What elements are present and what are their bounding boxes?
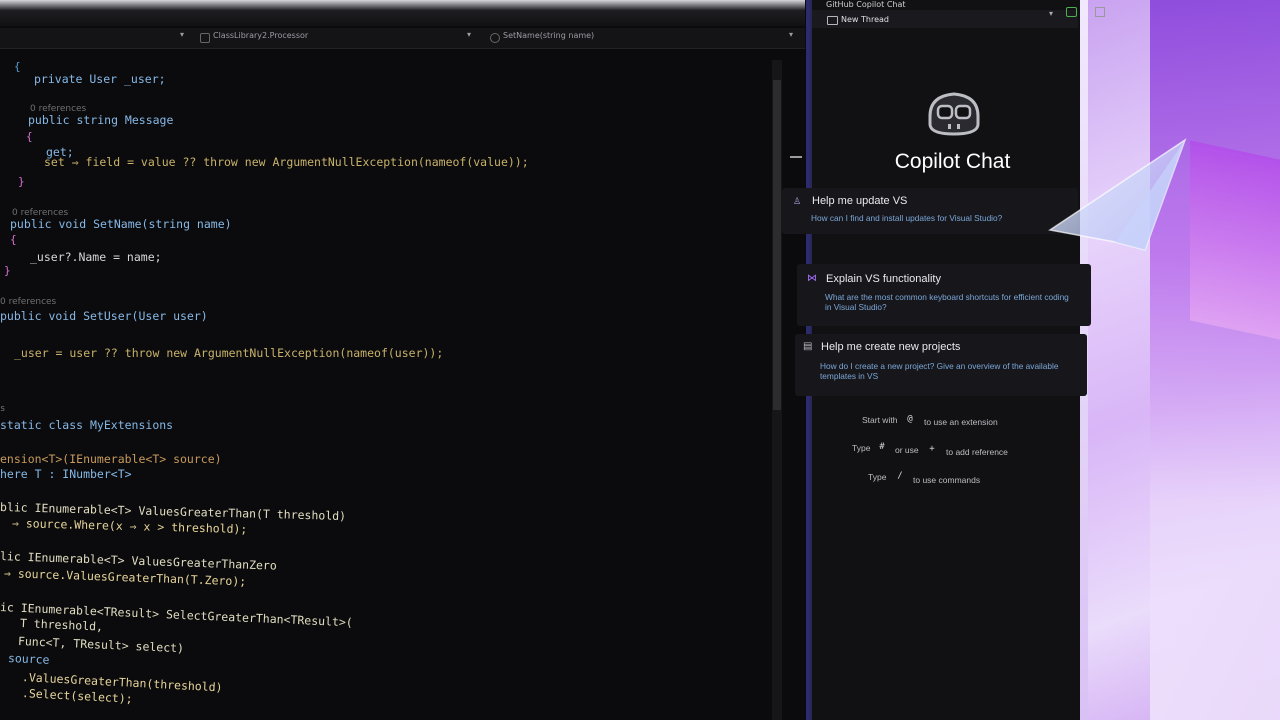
new-thread-icon[interactable] [1066,7,1077,17]
nav-member-selector[interactable]: SetName(string name) [503,31,594,40]
nav-class-selector[interactable]: ClassLibrary2.Processor [213,31,308,40]
suggestion-subtitle: What are the most common keyboard shortc… [825,292,1069,312]
code-line[interactable]: s [0,404,5,414]
code-line[interactable]: ension<T>(IEnumerable<T> source) [0,452,222,466]
code-line[interactable]: static class MyExtensions [0,418,173,432]
hint-text: Start with [862,415,898,425]
code-line[interactable]: } [18,175,25,188]
suggestion-subtitle: How can I find and install updates for V… [811,213,1003,223]
background-stripe [1150,0,1280,720]
hash-symbol-icon: # [879,442,885,452]
window-title: GitHub Copilot Chat [826,0,906,9]
copilot-heading: Copilot Chat [894,150,1011,173]
suggestion-title: Help me update VS [812,195,908,207]
code-line[interactable]: _user = user ?? throw new ArgumentNullEx… [14,346,443,360]
suggestion-subtitle: How do I create a new project? Give an o… [820,361,1059,381]
hint-text: to use an extension [924,417,998,427]
slash-symbol-icon: / [897,471,903,481]
code-line[interactable]: set ⇒ field = value ?? throw new Argumen… [44,155,529,169]
code-line[interactable]: public void SetName(string name) [10,217,232,231]
hint-text: to add reference [946,447,1008,457]
thread-selector[interactable]: New Thread [841,15,889,24]
template-icon: ▤ [803,341,813,352]
code-line[interactable]: public void SetUser(User user) [0,309,208,323]
copilot-logo-icon [928,92,980,136]
code-line[interactable]: here T : INumber<T> [0,467,132,481]
references-codelens[interactable]: 0 references [0,297,56,307]
code-line[interactable]: source [8,651,50,667]
hint-text: to use commands [913,475,981,485]
background-stripe-accent [1190,140,1280,340]
scrollbar-thumb[interactable] [773,80,781,410]
code-line[interactable]: { [14,60,21,73]
scroll-marker [790,156,802,158]
navigation-bar: ▾ ClassLibrary2.Processor ▾ SetName(stri… [0,28,805,49]
hint-text: or use [895,445,919,455]
hint-text: Type [868,472,887,482]
code-line[interactable]: { [10,233,17,246]
suggestion-title: Help me create new projects [821,341,961,353]
chevron-down-icon[interactable]: ▾ [789,30,793,39]
editor-title-strip [0,0,805,26]
settings-icon[interactable] [1095,7,1105,17]
hint-text: Type [852,443,871,453]
glass-cursor-decoration [1048,138,1187,251]
code-line[interactable]: private User _user; [34,72,166,86]
code-line[interactable]: _user?.Name = name; [30,250,162,264]
chevron-down-icon[interactable]: ▾ [467,30,471,39]
code-line[interactable]: { [26,130,33,143]
code-line[interactable]: } [4,264,11,277]
code-line[interactable]: public string Message [28,113,173,127]
chevron-down-icon[interactable]: ▾ [180,30,184,39]
vs-logo-icon: ⋈ [807,273,817,284]
suggestion-title: Explain VS functionality [826,273,941,285]
chevron-down-icon[interactable]: ▾ [1049,9,1053,18]
method-icon [490,33,500,43]
chat-bubble-icon [827,16,838,25]
plus-icon: + [929,444,935,454]
person-icon: ♙ [793,197,802,207]
at-symbol-icon: @ [907,414,913,424]
class-icon [200,33,210,43]
